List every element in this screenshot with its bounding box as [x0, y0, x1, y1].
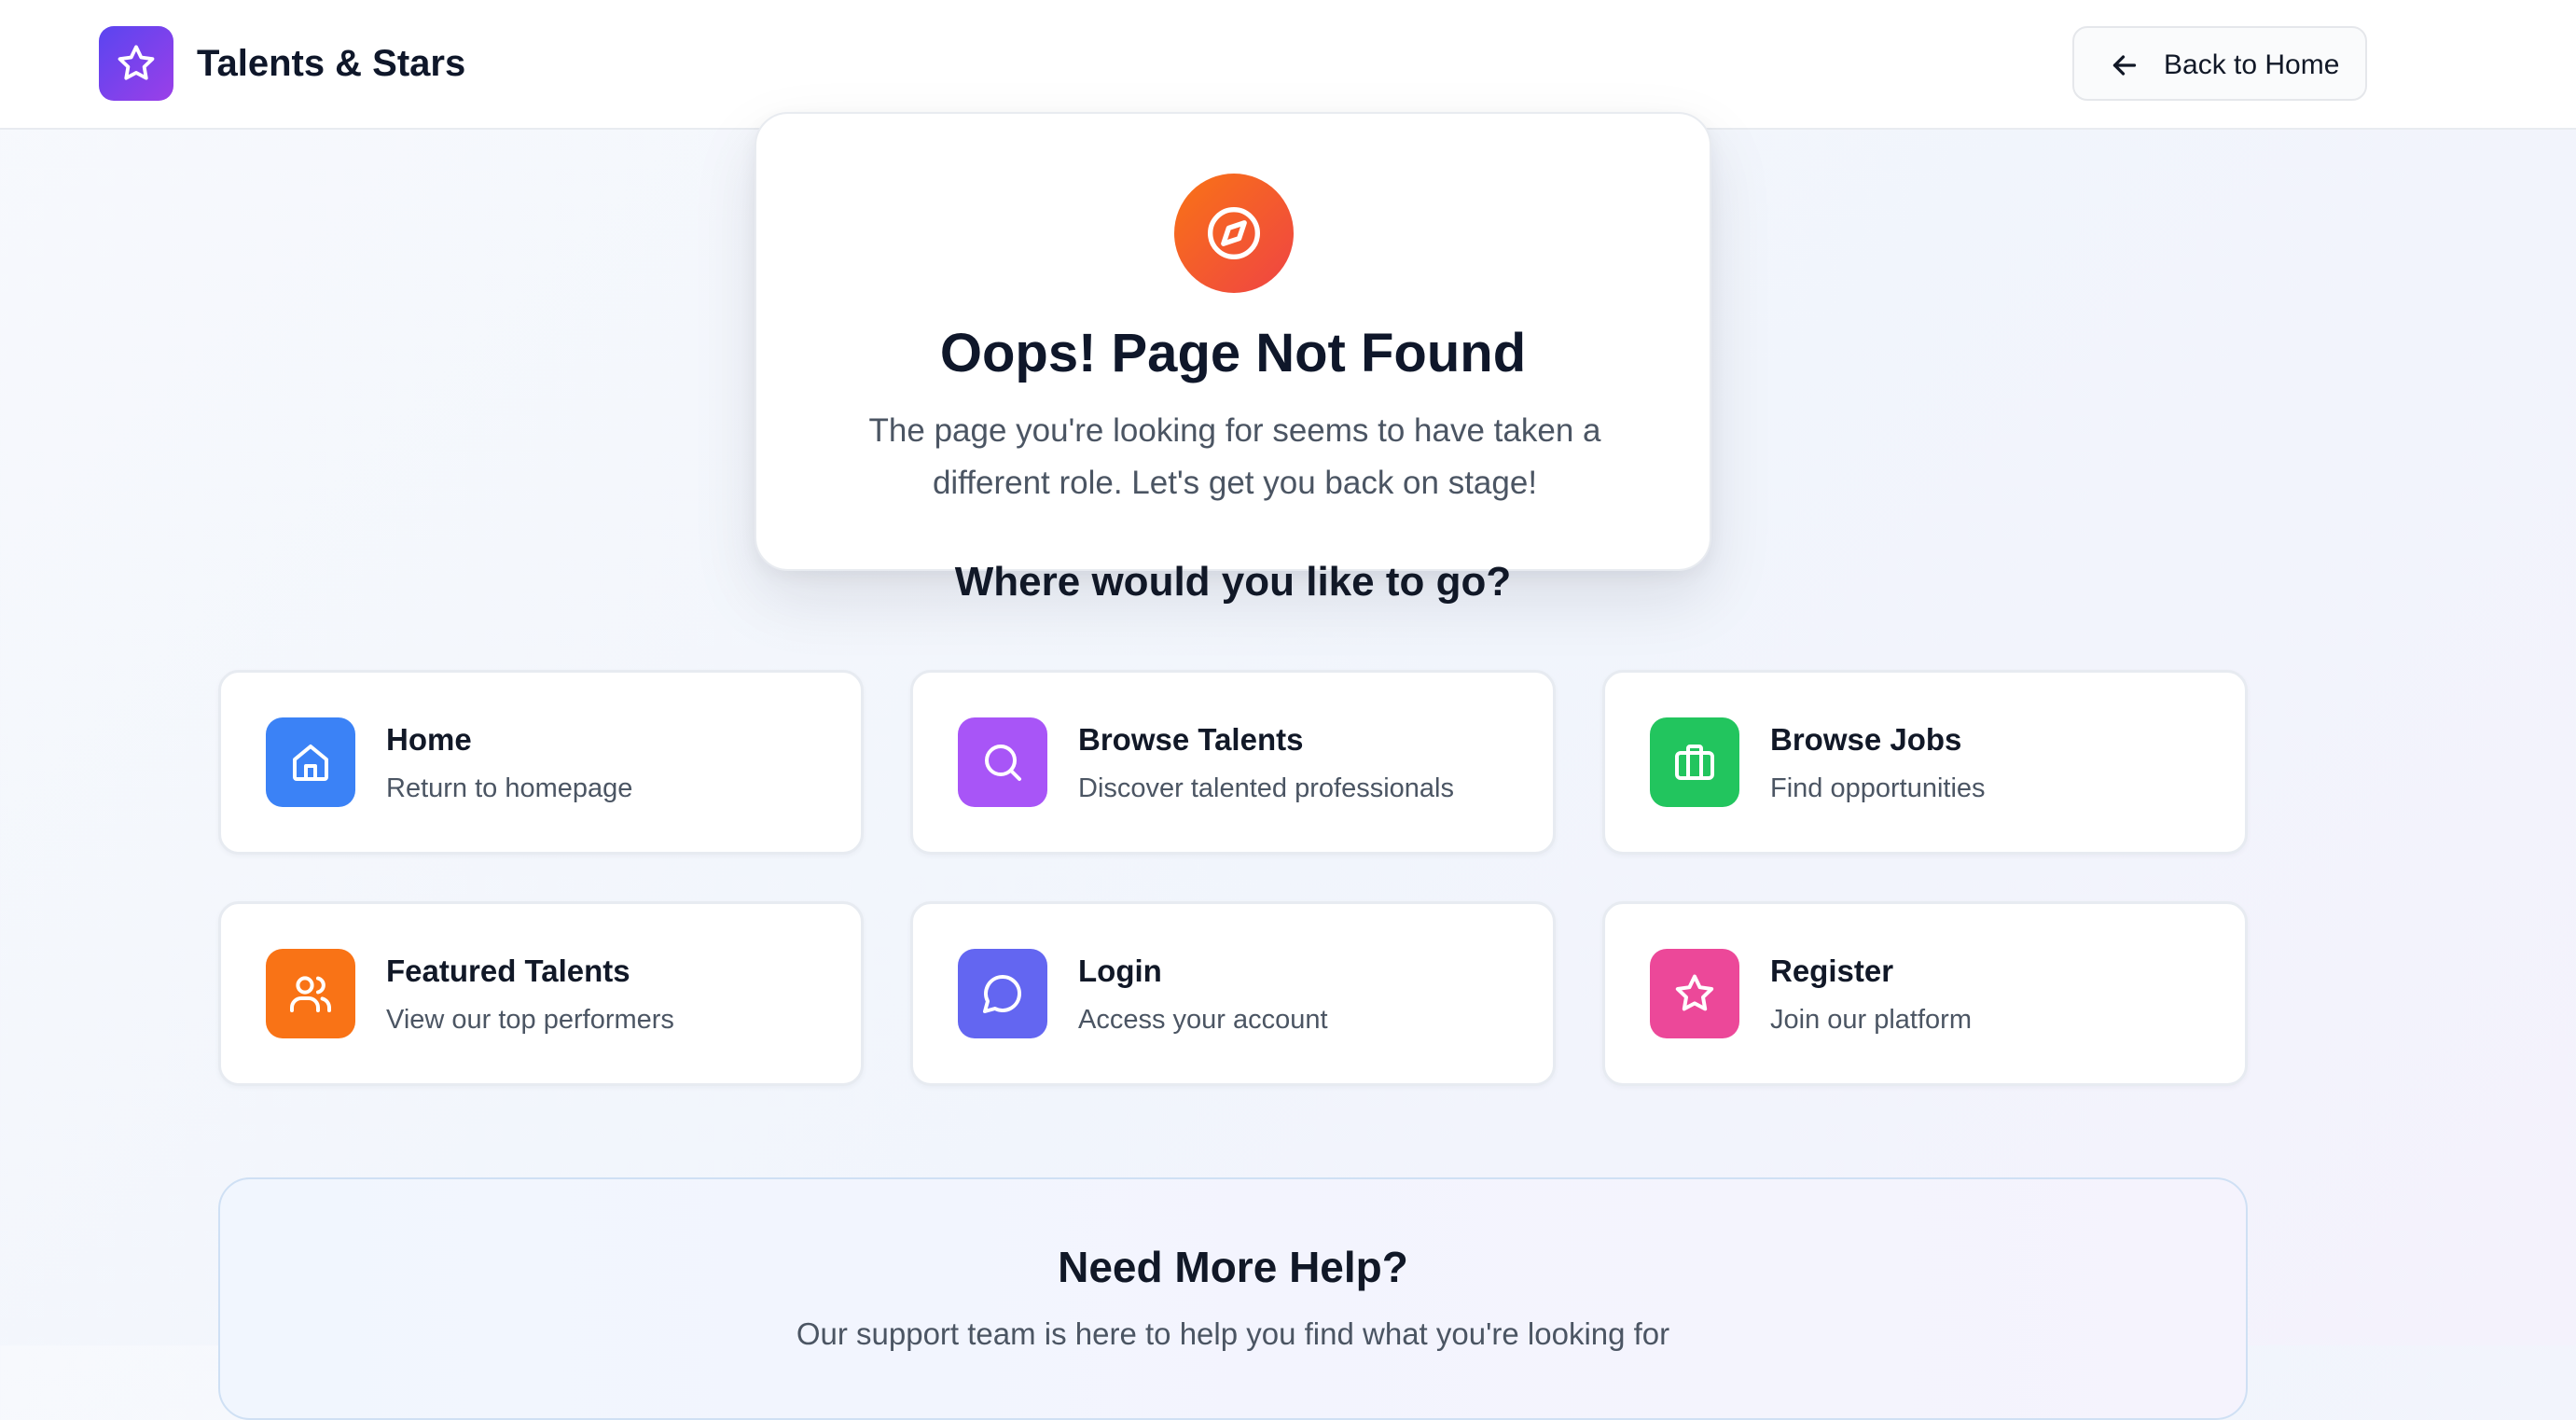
nav-card-subtitle: Find opportunities [1770, 773, 1986, 803]
page-title: Oops! Page Not Found [939, 323, 1527, 383]
nav-card-browse-jobs[interactable]: Browse Jobs Find opportunities [1602, 670, 2248, 855]
not-found-icon-badge [1174, 174, 1294, 293]
star-icon [1672, 971, 1717, 1016]
navigation-heading: Where would you like to go? [954, 559, 1512, 605]
nav-card-title: Browse Talents [1078, 722, 1304, 757]
nav-card-register[interactable]: Register Join our platform [1602, 901, 2248, 1086]
nav-card-subtitle: Access your account [1078, 1005, 1328, 1035]
home-icon [288, 740, 333, 785]
back-to-home-label: Back to Home [2164, 49, 2340, 80]
brand-name[interactable]: Talents & Stars [197, 37, 465, 90]
help-description: Our support team is here to help you fin… [796, 1316, 1670, 1351]
nav-card-subtitle: Discover talented professionals [1078, 773, 1454, 803]
nav-card-subtitle: View our top performers [386, 1005, 674, 1035]
nav-card-title: Login [1078, 954, 1162, 988]
brand-logo[interactable] [99, 26, 173, 101]
search-icon-tile [958, 717, 1047, 807]
home-icon-tile [266, 717, 355, 807]
briefcase-icon [1672, 740, 1717, 785]
star-icon [115, 42, 158, 85]
help-section: Need More Help? Our support team is here… [218, 1177, 2248, 1420]
compass-icon [1204, 203, 1264, 263]
nav-card-title: Home [386, 722, 472, 757]
nav-card-title: Register [1770, 954, 1894, 988]
users-icon [288, 971, 333, 1016]
users-icon-tile [266, 949, 355, 1038]
nav-card-browse-talents[interactable]: Browse Talents Discover talented profess… [910, 670, 1556, 855]
nav-card-title: Featured Talents [386, 954, 630, 988]
back-to-home-button[interactable]: Back to Home [2072, 26, 2367, 101]
not-found-card: Oops! Page Not Found The page you're loo… [755, 112, 1711, 571]
nav-card-subtitle: Return to homepage [386, 773, 633, 803]
nav-card-login[interactable]: Login Access your account [910, 901, 1556, 1086]
message-circle-icon [980, 971, 1025, 1016]
nav-card-subtitle: Join our platform [1770, 1005, 1972, 1035]
arrow-left-icon [2108, 49, 2141, 82]
nav-card-home[interactable]: Home Return to homepage [218, 670, 864, 855]
search-icon [980, 740, 1025, 785]
message-circle-icon-tile [958, 949, 1047, 1038]
help-title: Need More Help? [1058, 1243, 1408, 1291]
top-header: Talents & Stars Back to Home [0, 0, 2576, 130]
star-icon-tile [1650, 949, 1739, 1038]
nav-card-title: Browse Jobs [1770, 722, 1962, 757]
nav-card-featured-talents[interactable]: Featured Talents View our top performers [218, 901, 864, 1086]
briefcase-icon-tile [1650, 717, 1739, 807]
page-description: The page you're looking for seems to hav… [868, 412, 1601, 501]
